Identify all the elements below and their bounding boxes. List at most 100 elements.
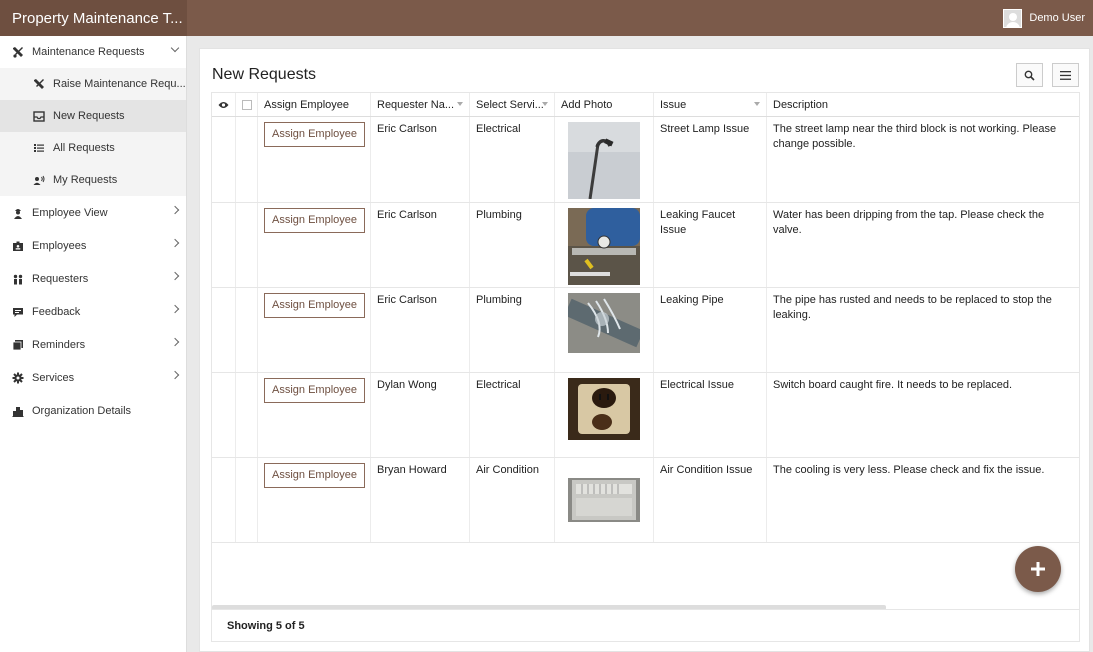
assign-cell: Assign Employee xyxy=(258,458,371,542)
assign-cell: Assign Employee xyxy=(258,288,371,372)
row-select-cell xyxy=(236,458,258,542)
column-header-description[interactable]: Description xyxy=(767,93,1079,116)
sidebar-item-my-requests[interactable]: My Requests xyxy=(0,164,186,196)
menu-button[interactable] xyxy=(1052,63,1079,87)
service-cell: Electrical xyxy=(470,373,555,457)
assign-employee-button[interactable]: Assign Employee xyxy=(264,122,365,147)
description-cell: The street lamp near the third block is … xyxy=(773,123,1057,150)
sidebar-item-raise-request[interactable]: Raise Maintenance Requ... xyxy=(0,68,186,100)
sidebar-item-employees[interactable]: Employees xyxy=(0,229,186,262)
row-eye-cell xyxy=(212,203,236,287)
main-panel: New Requests Assign Employee Requester N… xyxy=(199,48,1090,652)
column-header-label: Issue xyxy=(660,98,687,111)
user-menu[interactable]: Demo User xyxy=(1003,8,1093,28)
requester-cell: Bryan Howard xyxy=(371,458,470,542)
gear-icon xyxy=(12,372,24,384)
table-header: Assign Employee Requester Na... Select S… xyxy=(212,93,1079,117)
chevron-right-icon xyxy=(170,238,180,248)
sidebar-item-new-requests[interactable]: New Requests xyxy=(0,100,186,132)
issue-cell: Street Lamp Issue xyxy=(654,117,767,202)
column-header-service[interactable]: Select Servi... xyxy=(470,93,555,116)
column-header-photo[interactable]: Add Photo xyxy=(555,93,654,116)
issue-cell: Air Condition Issue xyxy=(654,458,767,542)
sidebar-item-services[interactable]: Services xyxy=(0,361,186,394)
photo-cell[interactable] xyxy=(555,117,654,202)
worker-icon xyxy=(12,207,24,219)
sidebar-item-label: Raise Maintenance Requ... xyxy=(53,78,186,90)
assign-employee-button[interactable]: Assign Employee xyxy=(264,208,365,233)
building-icon xyxy=(12,405,24,417)
faucet-valve-photo xyxy=(568,208,640,285)
service-cell: Plumbing xyxy=(470,203,555,287)
sidebar-item-maintenance-requests[interactable]: Maintenance Requests xyxy=(0,36,186,68)
leaking-pipe-photo xyxy=(568,293,640,353)
photo-cell[interactable] xyxy=(555,203,654,287)
burnt-socket-photo xyxy=(568,378,640,440)
table-row[interactable]: Assign Employee Eric Carlson Plumbing Le… xyxy=(212,288,1079,373)
sidebar-item-label: All Requests xyxy=(53,142,115,154)
sidebar-item-label: Employees xyxy=(32,239,87,252)
hamburger-icon xyxy=(1060,70,1071,80)
column-header-issue[interactable]: Issue xyxy=(654,93,767,116)
chevron-right-icon xyxy=(170,337,180,347)
street-lamp-photo xyxy=(568,122,640,199)
requests-table: Assign Employee Requester Na... Select S… xyxy=(211,92,1080,642)
sidebar-item-label: Feedback xyxy=(32,305,81,318)
description-cell: The pipe has rusted and needs to be repl… xyxy=(773,294,1052,321)
sidebar-item-label: New Requests xyxy=(53,110,125,122)
sidebar-item-label: Services xyxy=(32,371,75,384)
row-eye-cell xyxy=(212,288,236,372)
requester-cell: Eric Carlson xyxy=(371,288,470,372)
assign-cell: Assign Employee xyxy=(258,373,371,457)
table-row[interactable]: Assign Employee Eric Carlson Plumbing Le… xyxy=(212,203,1079,288)
service-cell: Electrical xyxy=(470,117,555,202)
chevron-right-icon xyxy=(170,205,180,215)
add-request-button[interactable] xyxy=(1015,546,1061,592)
service-cell: Air Condition xyxy=(470,458,555,542)
row-select-cell xyxy=(236,117,258,202)
plus-icon xyxy=(1031,562,1045,576)
sidebar-item-requesters[interactable]: Requesters xyxy=(0,262,186,295)
requester-cell: Dylan Wong xyxy=(371,373,470,457)
sidebar-item-feedback[interactable]: Feedback xyxy=(0,295,186,328)
assign-cell: Assign Employee xyxy=(258,117,371,202)
assign-employee-button[interactable]: Assign Employee xyxy=(264,378,365,403)
sidebar-item-organization-details[interactable]: Organization Details xyxy=(0,394,186,427)
column-header-label: Requester Na... xyxy=(377,98,455,111)
table-row[interactable]: Assign Employee Dylan Wong Electrical El… xyxy=(212,373,1079,458)
notes-icon xyxy=(12,339,24,351)
service-cell: Plumbing xyxy=(470,288,555,372)
sidebar: Maintenance Requests Raise Maintenance R… xyxy=(0,36,187,652)
chevron-right-icon xyxy=(170,271,180,281)
row-select-cell xyxy=(236,288,258,372)
tools-icon xyxy=(33,78,45,90)
assign-cell: Assign Employee xyxy=(258,203,371,287)
user-voice-icon xyxy=(33,174,45,186)
air-conditioner-photo xyxy=(568,478,640,522)
chat-icon xyxy=(12,306,24,318)
search-button[interactable] xyxy=(1016,63,1043,87)
photo-cell[interactable] xyxy=(555,458,654,542)
id-card-icon xyxy=(12,240,24,252)
submenu-maintenance: Raise Maintenance Requ... New Requests A… xyxy=(0,68,186,196)
sidebar-item-all-requests[interactable]: All Requests xyxy=(0,132,186,164)
app-title: Property Maintenance T... xyxy=(0,0,187,36)
photo-cell[interactable] xyxy=(555,288,654,372)
row-eye-cell xyxy=(212,117,236,202)
search-icon xyxy=(1024,70,1035,81)
chevron-right-icon xyxy=(170,304,180,314)
visibility-column-header[interactable] xyxy=(212,93,236,116)
table-row[interactable]: Assign Employee Eric Carlson Electrical … xyxy=(212,117,1079,203)
sidebar-item-reminders[interactable]: Reminders xyxy=(0,328,186,361)
select-all-checkbox[interactable] xyxy=(241,99,252,110)
sidebar-item-employee-view[interactable]: Employee View xyxy=(0,196,186,229)
assign-employee-button[interactable]: Assign Employee xyxy=(264,463,365,488)
issue-cell: Leaking Faucet Issue xyxy=(654,203,767,287)
sidebar-item-label: Employee View xyxy=(32,206,108,219)
photo-cell[interactable] xyxy=(555,373,654,457)
assign-employee-button[interactable]: Assign Employee xyxy=(264,293,365,318)
requester-cell: Eric Carlson xyxy=(371,203,470,287)
table-row[interactable]: Assign Employee Bryan Howard Air Conditi… xyxy=(212,458,1079,543)
column-header-assign-employee[interactable]: Assign Employee xyxy=(258,93,371,116)
column-header-requester[interactable]: Requester Na... xyxy=(371,93,470,116)
